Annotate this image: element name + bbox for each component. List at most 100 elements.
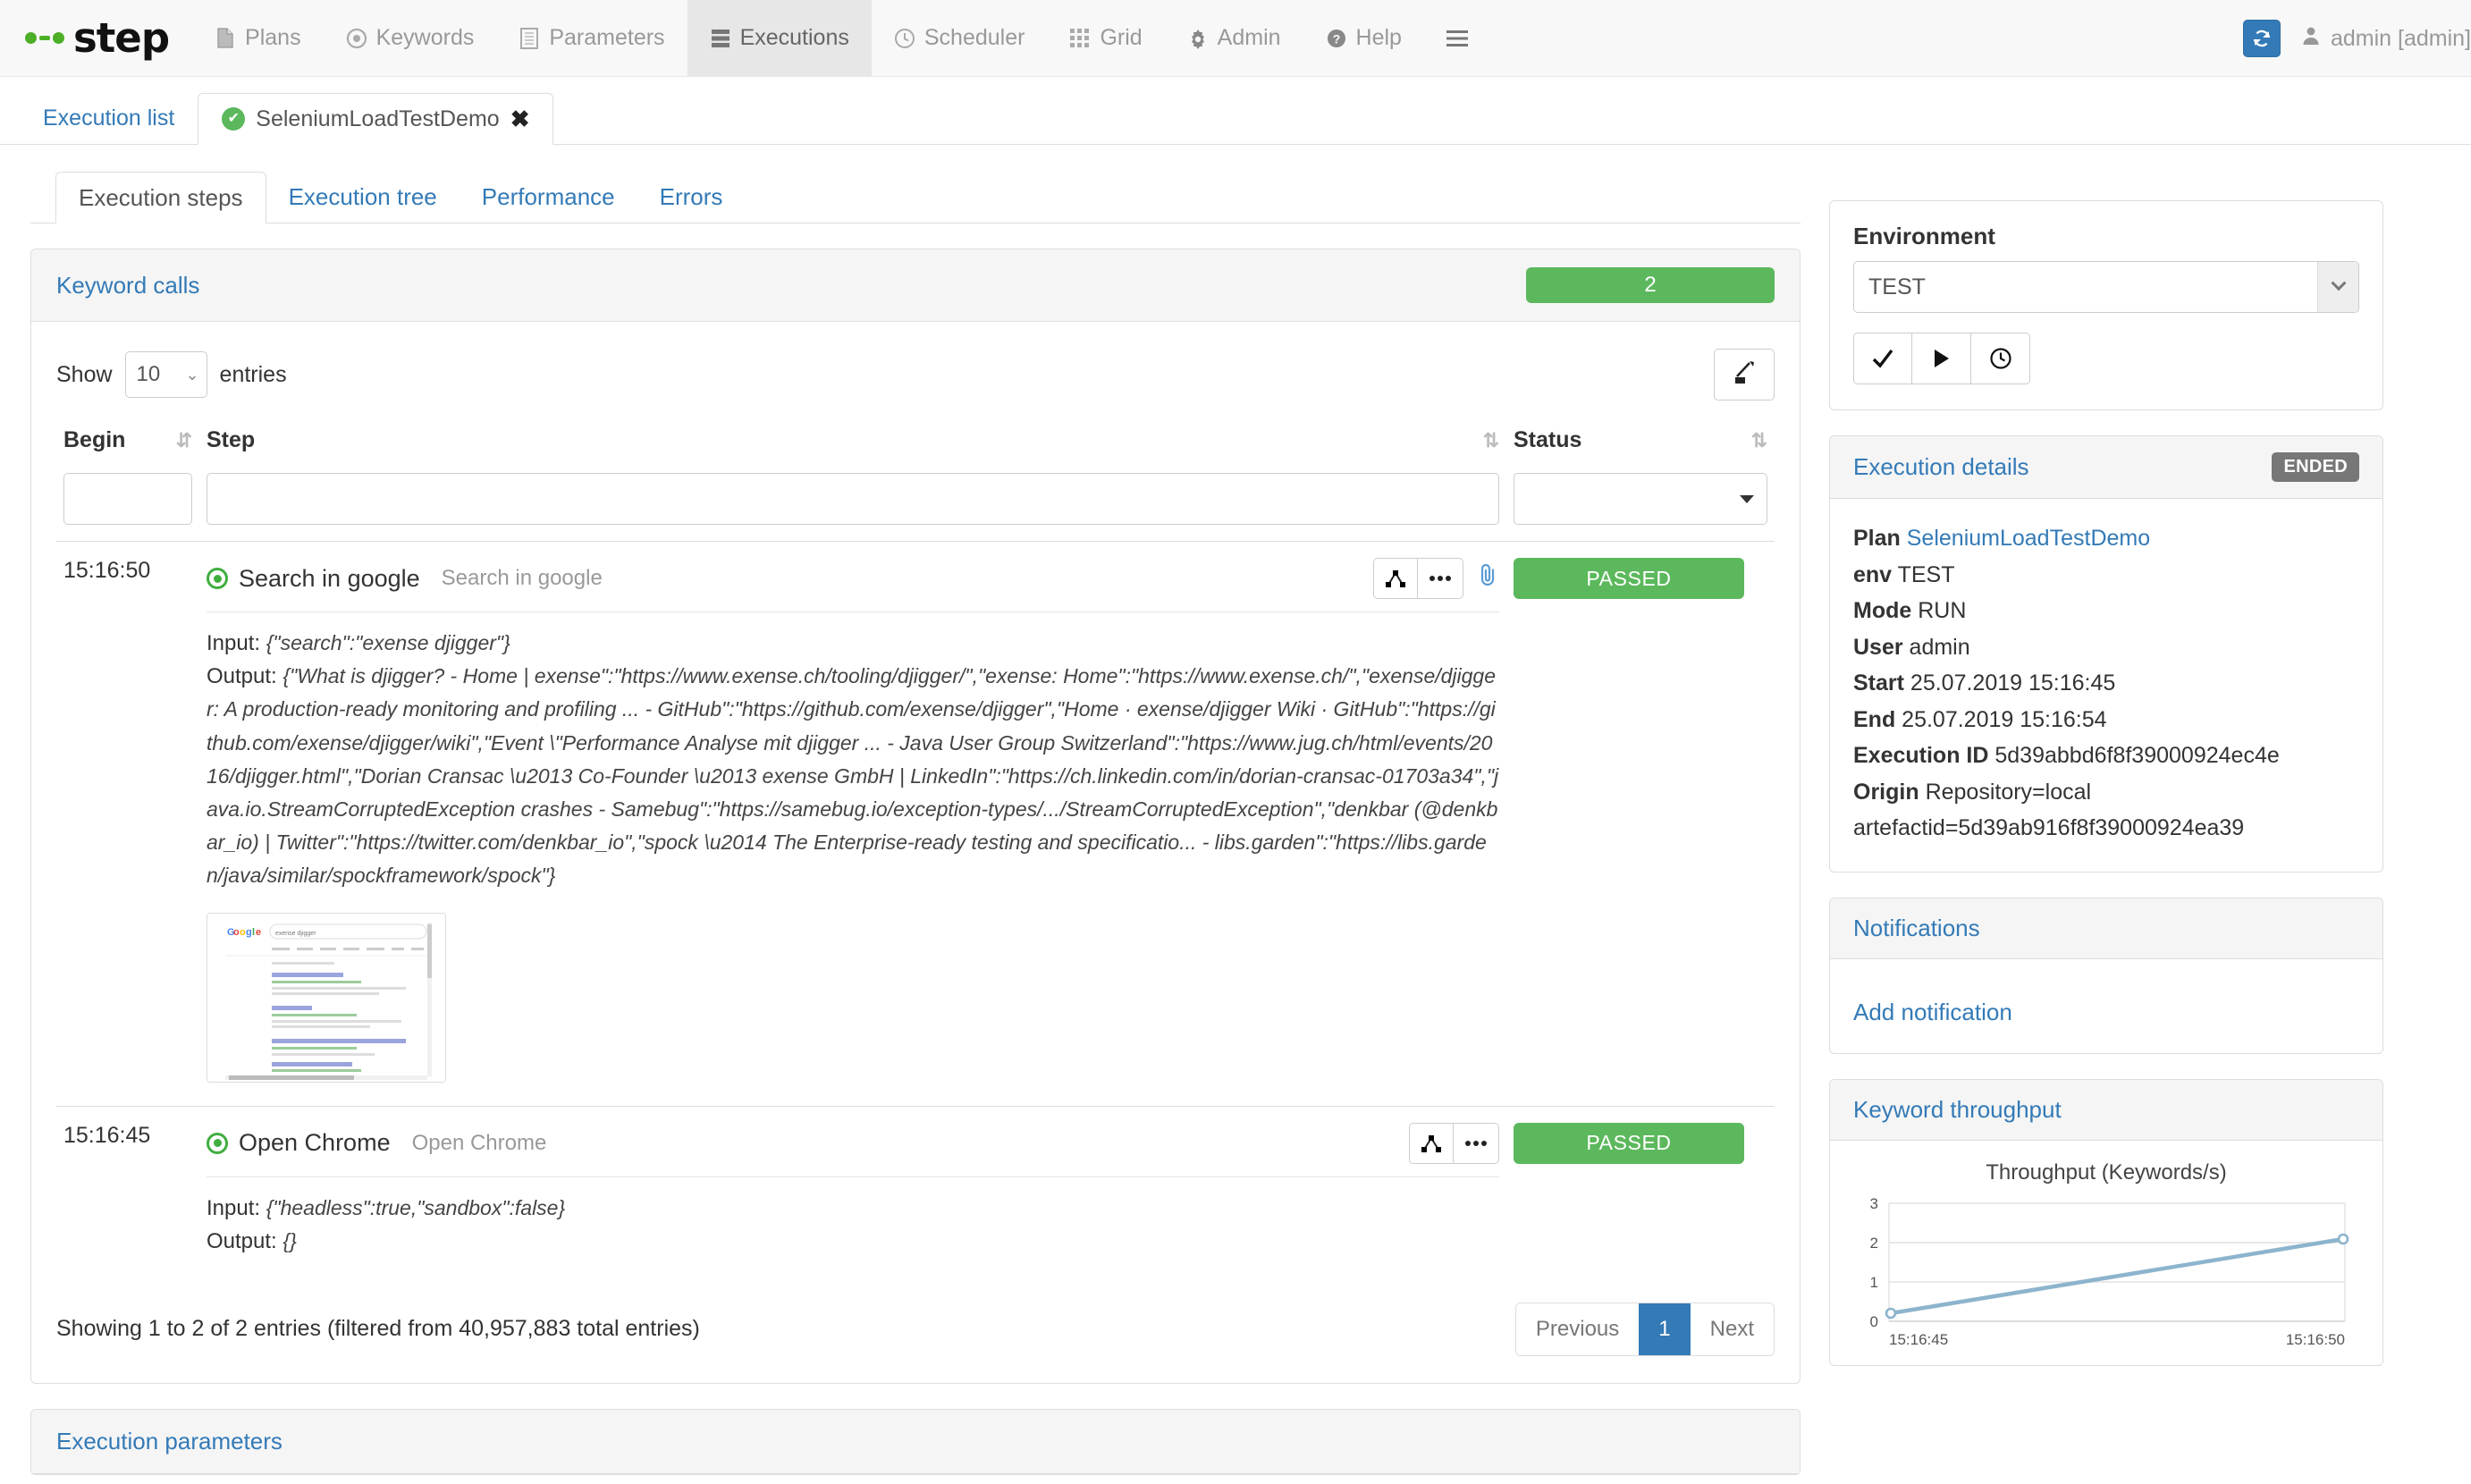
output-label: Output:	[207, 664, 277, 688]
keyword-calls-table: Begin ⇵ Step ⇅	[56, 417, 1775, 1281]
caret-down-icon	[1740, 495, 1754, 503]
page-size-select[interactable]: 10 ⌄	[125, 351, 207, 398]
column-label: Status	[1514, 427, 1581, 453]
nav-items: Plans Keywords Parameters Executions Sch…	[192, 0, 1490, 76]
keyword-calls-title[interactable]: Keyword calls	[56, 272, 199, 299]
nav-label: Scheduler	[924, 25, 1025, 51]
paperclip-icon[interactable]	[1476, 562, 1499, 594]
output-label: Output:	[207, 1229, 277, 1253]
clock-icon	[894, 27, 915, 50]
svg-text:3: 3	[1870, 1195, 1878, 1212]
detail-env: env TEST	[1853, 557, 2359, 594]
tab-execution-tree[interactable]: Execution tree	[266, 171, 460, 223]
user-label: admin [admin]	[2331, 26, 2471, 52]
add-notification-link[interactable]: Add notification	[1853, 999, 2012, 1025]
nav-label: Parameters	[549, 25, 664, 51]
environment-select[interactable]: TEST	[1853, 261, 2359, 313]
detail-key: Start	[1853, 670, 1904, 696]
execution-details-body: Plan SeleniumLoadTestDemo env TEST Mode …	[1830, 499, 2382, 872]
ellipsis-icon[interactable]	[1454, 1123, 1499, 1164]
keyword-throughput-header: Keyword throughput	[1830, 1080, 2382, 1141]
detail-mode: Mode RUN	[1853, 593, 2359, 629]
play-icon[interactable]	[1912, 333, 1971, 384]
nav-item-keywords[interactable]: Keywords	[324, 0, 497, 76]
pagination-page-1[interactable]: 1	[1639, 1303, 1690, 1355]
export-button[interactable]	[1714, 349, 1775, 401]
sort-icon: ⇅	[1751, 429, 1767, 452]
pagination-next[interactable]: Next	[1691, 1303, 1774, 1355]
clock-icon[interactable]	[1971, 333, 2030, 384]
refresh-icon[interactable]	[2243, 20, 2281, 57]
nav-item-grid[interactable]: Grid	[1047, 0, 1164, 76]
tab-execution-steps[interactable]: Execution steps	[55, 172, 266, 223]
tab-errors[interactable]: Errors	[637, 171, 746, 223]
step-io: Input: {"headless":true,"sandbox":false}…	[207, 1176, 1499, 1258]
nav-item-menu[interactable]	[1424, 0, 1490, 76]
input-label: Input:	[207, 1196, 260, 1220]
table-toolbar: Show 10 ⌄ entries	[56, 345, 1775, 417]
step-actions	[1373, 558, 1499, 599]
step-input-line: Input: {"search":"exense djigger"}	[207, 627, 1499, 660]
check-icon[interactable]	[1853, 333, 1912, 384]
sort-icon: ⇅	[1483, 429, 1499, 452]
filter-input-step[interactable]	[207, 473, 1499, 525]
show-entries-control: Show 10 ⌄ entries	[56, 351, 287, 398]
column-header-begin[interactable]: Begin ⇵	[56, 417, 199, 473]
ellipsis-icon[interactable]	[1418, 558, 1463, 599]
keyword-calls-body: Show 10 ⌄ entries	[31, 322, 1800, 1383]
output-value: {"What is djigger? - Home | exense":"htt…	[207, 664, 1498, 887]
detail-key: Execution ID	[1853, 743, 1988, 768]
table-filter-row	[56, 473, 1775, 542]
tab-seleniumloadtestdemo[interactable]: ✔ SeleniumLoadTestDemo ✖	[198, 93, 553, 145]
input-value: {"headless":true,"sandbox":false}	[266, 1196, 565, 1219]
tab-execution-list[interactable]: Execution list	[20, 92, 198, 144]
nav-item-executions[interactable]: Executions	[687, 0, 872, 76]
user-menu[interactable]: admin [admin]	[2300, 25, 2471, 53]
keyword-calls-count-badge: 2	[1526, 267, 1775, 303]
grid-icon	[1069, 27, 1091, 50]
sidebar: Environment TEST	[1829, 168, 2383, 1475]
detail-value[interactable]: SeleniumLoadTestDemo	[1907, 526, 2150, 551]
nav-item-admin[interactable]: Admin	[1165, 0, 1303, 76]
detail-key: env	[1853, 562, 1892, 587]
top-navbar: step Plans Keywords Parameters Execution…	[0, 0, 2471, 77]
execution-parameters-header[interactable]: Execution parameters	[31, 1410, 1800, 1474]
status-dot-icon	[207, 1133, 228, 1154]
input-label: Input:	[207, 631, 260, 655]
tree-icon[interactable]	[1409, 1123, 1454, 1164]
nav-item-plans[interactable]: Plans	[192, 0, 324, 76]
column-label: Begin	[63, 427, 125, 453]
table-body: 15:16:50 Search in google Search in goog…	[56, 542, 1775, 1281]
detail-value: admin	[1910, 635, 1970, 660]
nav-label: Admin	[1218, 25, 1281, 51]
tab-performance[interactable]: Performance	[460, 171, 637, 223]
keyword-throughput-title[interactable]: Keyword throughput	[1853, 1096, 2062, 1124]
filter-input-begin[interactable]	[63, 473, 192, 525]
notifications-title[interactable]: Notifications	[1853, 915, 1980, 942]
status-dot-icon	[207, 568, 228, 589]
column-header-status[interactable]: Status ⇅	[1506, 417, 1775, 473]
column-header-step[interactable]: Step ⇅	[199, 417, 1506, 473]
table-row[interactable]: 15:16:45 Open Chrome Open Chrome	[56, 1106, 1775, 1281]
filter-select-status[interactable]	[1514, 473, 1767, 525]
tree-icon[interactable]	[1373, 558, 1418, 599]
cell-step: Open Chrome Open Chrome	[199, 1106, 1506, 1281]
pagination: Previous 1 Next	[1515, 1303, 1775, 1356]
pagination-previous[interactable]: Previous	[1516, 1303, 1639, 1355]
close-icon[interactable]: ✖	[510, 105, 530, 133]
svg-text:o: o	[240, 927, 246, 938]
screenshot-thumbnail[interactable]: G o o g l e exense djigger	[207, 913, 446, 1083]
nav-item-help[interactable]: ? Help	[1303, 0, 1424, 76]
nav-item-scheduler[interactable]: Scheduler	[872, 0, 1048, 76]
detail-start: Start 25.07.2019 15:16:45	[1853, 665, 2359, 702]
filter-cell-begin	[56, 473, 199, 542]
environment-body: Environment TEST	[1830, 201, 2382, 409]
execution-parameters-title[interactable]: Execution parameters	[56, 1428, 283, 1455]
table-row[interactable]: 15:16:50 Search in google Search in goog…	[56, 542, 1775, 1107]
execution-details-header: Execution details ENDED	[1830, 436, 2382, 499]
nav-item-parameters[interactable]: Parameters	[496, 0, 687, 76]
execution-details-title[interactable]: Execution details	[1853, 453, 2029, 481]
gear-icon	[1187, 27, 1209, 50]
sort-desc-icon: ⇵	[176, 429, 192, 452]
brand-logo[interactable]: step	[0, 0, 192, 76]
